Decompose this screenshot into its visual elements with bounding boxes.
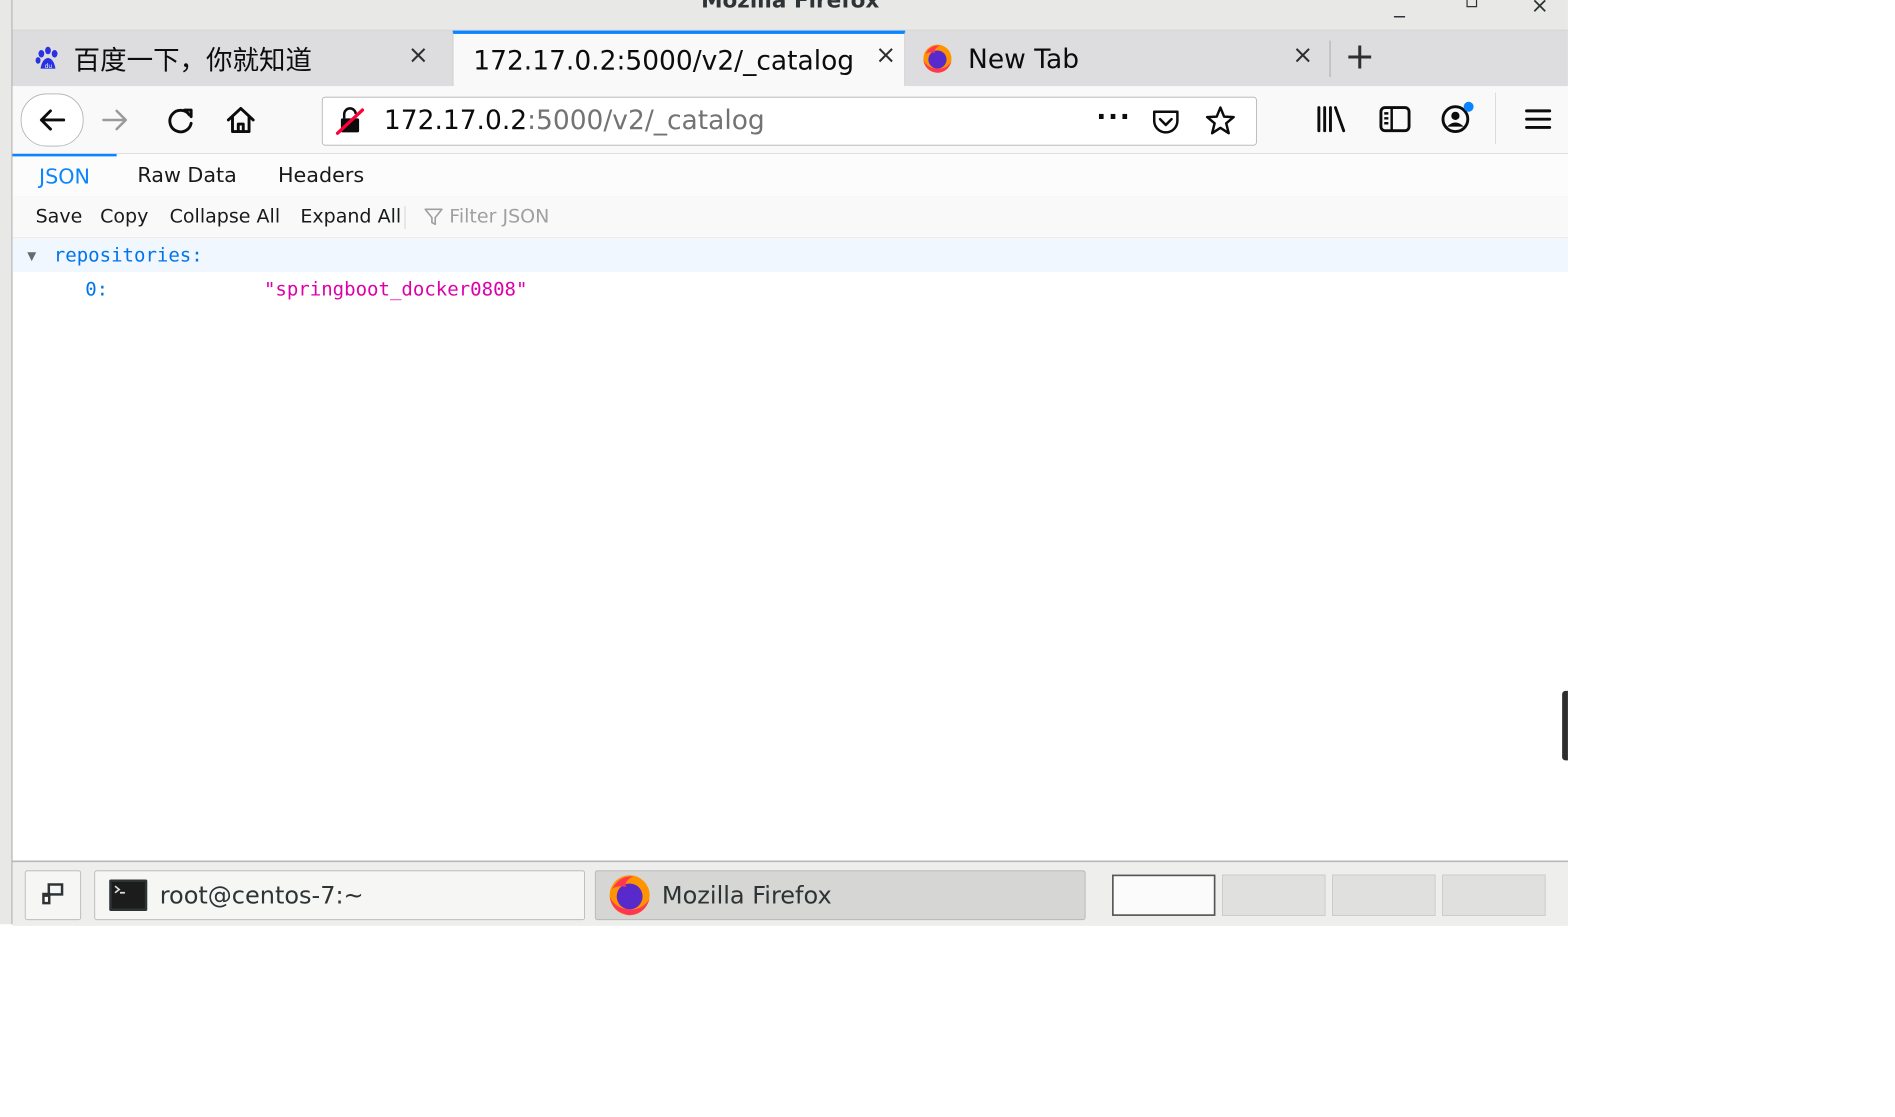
minimize-icon[interactable]: _ [1394, 0, 1405, 18]
json-root-row[interactable]: ▼ repositories: [12, 239, 1568, 273]
tab-baidu[interactable]: du 百度一下，你就知道 × [12, 31, 452, 86]
firefox-icon [609, 875, 650, 916]
json-key: repositories: [53, 244, 203, 267]
tab-new-tab[interactable]: New Tab × [905, 31, 1335, 86]
workspace-2[interactable] [1222, 874, 1326, 916]
pocket-icon[interactable] [1150, 106, 1181, 141]
account-icon[interactable] [1441, 101, 1476, 137]
task-firefox[interactable]: Mozilla Firefox [594, 870, 1086, 921]
back-arrow-icon [39, 109, 66, 131]
insecure-lock-icon[interactable] [334, 105, 365, 140]
taskbar: root@centos-7:~ Mozilla Firefox [12, 860, 1568, 926]
json-item-row[interactable]: 0: "springboot_docker0808" [12, 273, 1568, 306]
url-host: 172.17.0.2 [383, 104, 528, 136]
baidu-paw-icon: du [32, 43, 62, 73]
expand-all-button[interactable]: Expand All [300, 196, 401, 237]
home-icon [226, 106, 255, 134]
collapse-all-button[interactable]: Collapse All [170, 196, 281, 237]
json-index: 0: [85, 278, 109, 301]
url-bar[interactable]: 172.17.0.2:5000/v2/_catalog ··· [321, 96, 1257, 146]
tab-separator [1329, 40, 1331, 77]
tab-label: 172.17.0.2:5000/v2/_catalog [473, 44, 855, 77]
maximize-icon[interactable]: ▫ [1464, 0, 1479, 13]
back-button[interactable] [20, 93, 84, 147]
filter-placeholder: Filter JSON [449, 206, 550, 228]
tab-raw-data[interactable]: Raw Data [137, 154, 236, 196]
tab-label: New Tab [968, 42, 1080, 75]
close-window-icon[interactable]: × [1531, 0, 1549, 18]
filter-icon [424, 208, 443, 226]
navigation-bar: 172.17.0.2:5000/v2/_catalog ··· [12, 86, 1568, 154]
save-button[interactable]: Save [36, 196, 83, 237]
svg-text:du: du [45, 63, 53, 69]
url-text[interactable]: 172.17.0.2:5000/v2/_catalog [384, 104, 765, 135]
toolbar-divider [404, 206, 406, 230]
task-terminal[interactable]: root@centos-7:~ [94, 870, 585, 921]
hamburger-menu-icon[interactable] [1523, 104, 1553, 137]
workspace-4[interactable] [1442, 874, 1546, 916]
tab-headers[interactable]: Headers [278, 154, 364, 196]
json-viewer-toolbar: Save Copy Collapse All Expand All Filter… [12, 196, 1568, 239]
show-desktop-button[interactable] [24, 870, 82, 921]
workspace-1[interactable] [1112, 874, 1216, 916]
firefox-icon [922, 43, 953, 74]
terminal-icon [109, 879, 148, 911]
expand-triangle-icon[interactable]: ▼ [27, 247, 44, 264]
library-icon[interactable] [1316, 104, 1349, 137]
copy-button[interactable]: Copy [100, 196, 148, 237]
new-tab-button[interactable]: + [1345, 36, 1376, 78]
task-terminal-label: root@centos-7:~ [159, 881, 364, 910]
close-tab-icon[interactable]: × [875, 41, 896, 70]
sidebar-icon[interactable] [1378, 104, 1411, 137]
filter-json-field[interactable]: Filter JSON [423, 196, 550, 237]
url-path: :5000/v2/_catalog [527, 104, 765, 136]
desktop-edge [0, 0, 13, 925]
tab-json[interactable]: JSON [12, 153, 117, 196]
tab-label: 百度一下，你就知道 [73, 44, 312, 76]
task-firefox-label: Mozilla Firefox [661, 881, 832, 910]
json-string-value: "springboot_docker0808" [263, 278, 528, 301]
reload-button[interactable] [161, 101, 201, 139]
forward-arrow-icon [102, 109, 128, 131]
toolbar-separator [1495, 92, 1496, 144]
forward-button[interactable] [95, 101, 135, 139]
close-tab-icon[interactable]: × [1292, 41, 1313, 70]
close-tab-icon[interactable]: × [408, 41, 429, 70]
workspace-3[interactable] [1332, 874, 1436, 916]
json-viewer-tabs: JSON Raw Data Headers [12, 153, 1568, 197]
window-title: Mozilla Firefox [701, 0, 880, 14]
tab-strip: du 百度一下，你就知道 × 172.17.0.2:5000/v2/_catal… [12, 30, 1568, 87]
tab-catalog[interactable]: 172.17.0.2:5000/v2/_catalog × [452, 30, 906, 87]
reload-icon [168, 108, 193, 134]
page-actions-icon[interactable]: ··· [1096, 101, 1131, 132]
bookmark-star-icon[interactable] [1205, 105, 1236, 140]
side-panel-handle[interactable] [1562, 690, 1568, 761]
home-button[interactable] [221, 101, 261, 139]
show-desktop-icon [42, 883, 64, 905]
window-titlebar: Mozilla Firefox _ ▫ × [12, 0, 1568, 31]
